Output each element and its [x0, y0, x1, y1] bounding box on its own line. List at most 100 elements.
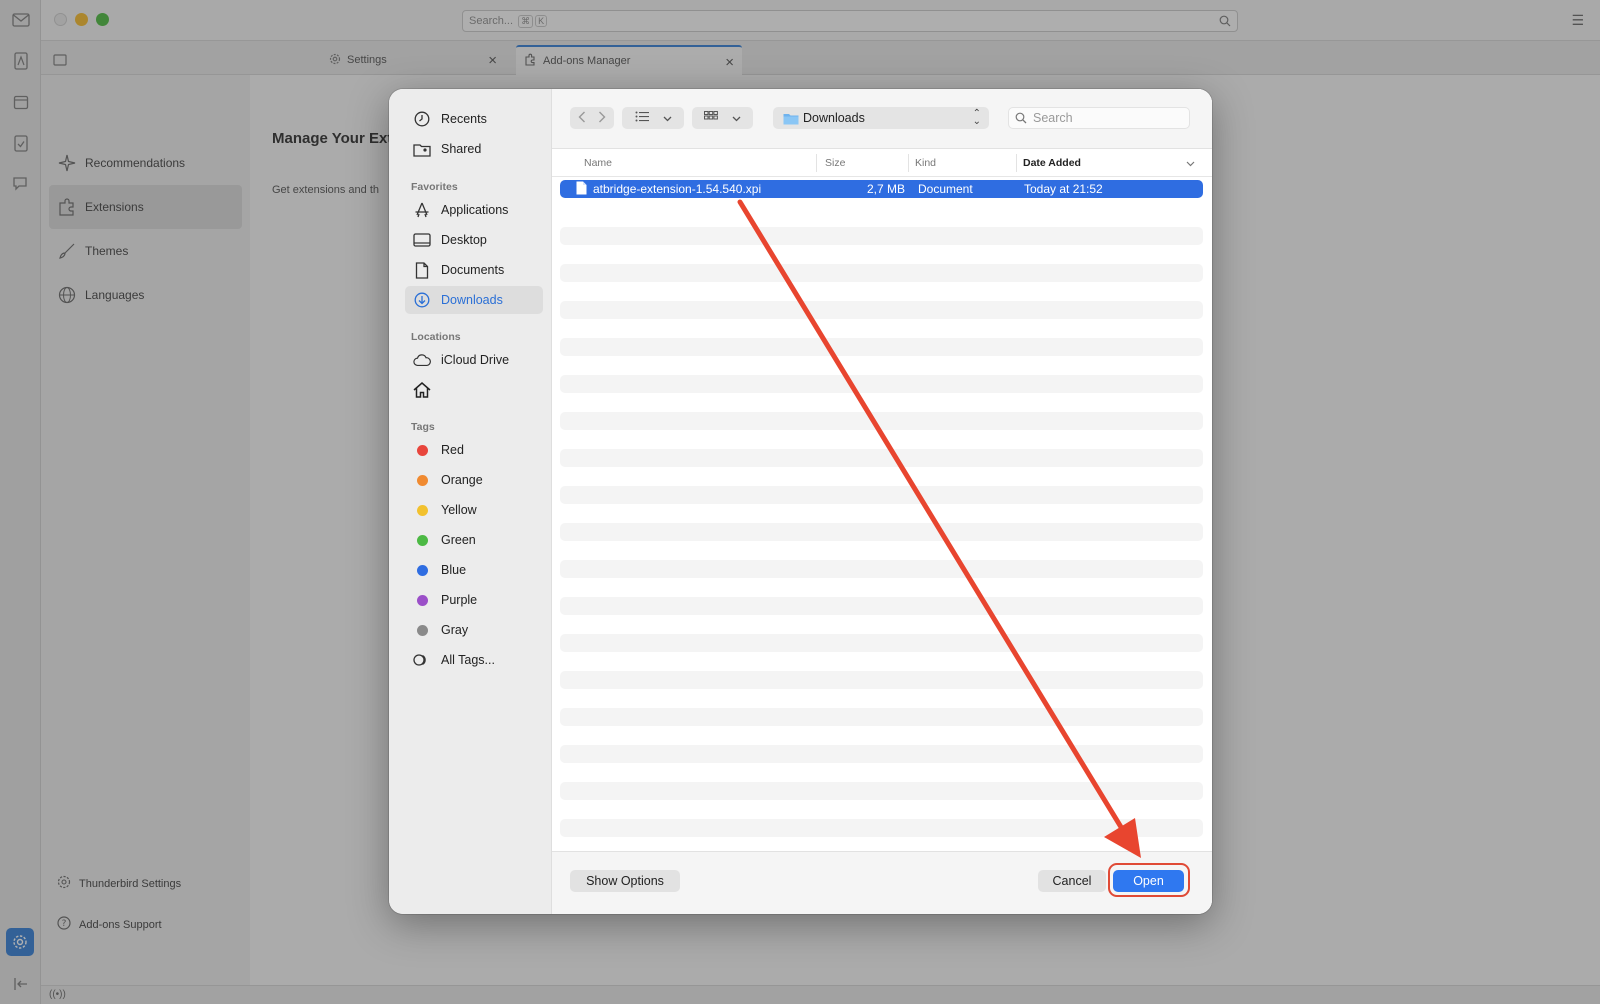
window-zoom-button[interactable] — [96, 13, 109, 26]
file-kind: Document — [918, 182, 973, 196]
sidebar-item-label: All Tags... — [441, 653, 495, 667]
column-size[interactable]: Size — [825, 157, 845, 169]
search-icon — [1219, 15, 1231, 30]
column-divider[interactable] — [908, 154, 909, 172]
sidebar-item-label: Desktop — [441, 233, 487, 247]
puzzle-icon — [524, 53, 537, 69]
show-options-button[interactable]: Show Options — [570, 870, 680, 892]
sidebar-item-applications[interactable]: Applications — [405, 196, 543, 224]
link-label: Thunderbird Settings — [79, 877, 182, 890]
category-label: Languages — [85, 288, 145, 302]
back-button-icon[interactable] — [578, 111, 586, 126]
column-date-added[interactable]: Date Added — [1023, 157, 1081, 169]
file-name: atbridge-extension-1.54.540.xpi — [593, 182, 762, 196]
dialog-toolbar: Downloads ⌃ ⌄ — [552, 89, 1212, 149]
sidebar-item-label: Red — [441, 443, 464, 457]
tasks-icon[interactable] — [10, 132, 31, 153]
sidebar-item-label: Applications — [441, 203, 509, 217]
sidebar-tag-yellow[interactable]: Yellow — [405, 496, 543, 524]
sidebar-item-recents[interactable]: Recents — [405, 105, 543, 133]
empty-row — [560, 338, 1203, 356]
open-button[interactable]: Open — [1113, 870, 1184, 892]
up-down-chevron-icon: ⌃ ⌄ — [972, 108, 981, 127]
chat-icon[interactable] — [10, 173, 31, 194]
list-view-icon — [635, 111, 649, 125]
category-extensions[interactable]: Extensions — [49, 185, 242, 229]
tab-addons-manager[interactable]: Add-ons Manager × — [516, 45, 742, 75]
sidebar-item-icloud-drive[interactable]: iCloud Drive — [405, 346, 543, 374]
sidebar-item-label: Recents — [441, 112, 487, 126]
category-recommendations[interactable]: Recommendations — [49, 141, 242, 185]
sidebar-tag-orange[interactable]: Orange — [405, 466, 543, 494]
tab-settings[interactable]: Settings × — [281, 45, 505, 75]
help-icon: ? — [57, 916, 71, 933]
address-book-icon[interactable] — [10, 50, 31, 71]
app-menu-icon[interactable]: ☰ — [1571, 12, 1584, 29]
downloads-icon — [413, 291, 431, 309]
mail-icon[interactable] — [10, 9, 31, 30]
applications-icon — [413, 201, 431, 219]
sidebar-tag-green[interactable]: Green — [405, 526, 543, 554]
empty-row — [560, 819, 1203, 837]
window-minimize-button[interactable] — [75, 13, 88, 26]
shared-folder-icon — [413, 140, 431, 158]
location-popup[interactable]: Downloads ⌃ ⌄ — [773, 107, 989, 129]
dialog-search-field[interactable] — [1008, 107, 1190, 129]
empty-row — [560, 745, 1203, 763]
sidebar-tag-gray[interactable]: Gray — [405, 616, 543, 644]
sidebar-tag-blue[interactable]: Blue — [405, 556, 543, 584]
sidebar-item-label: Green — [441, 533, 476, 547]
close-tab-icon[interactable]: × — [725, 54, 734, 71]
column-divider[interactable] — [816, 154, 817, 172]
empty-row — [560, 560, 1203, 578]
calendar-icon[interactable] — [10, 91, 31, 112]
column-kind[interactable]: Kind — [915, 157, 936, 169]
sidebar-tag-purple[interactable]: Purple — [405, 586, 543, 614]
favorites-heading: Favorites — [411, 181, 458, 193]
tag-dot-icon — [416, 534, 428, 546]
file-row[interactable]: atbridge-extension-1.54.540.xpi 2,7 MB D… — [560, 180, 1203, 198]
empty-row — [560, 782, 1203, 800]
sidebar-item-label: Documents — [441, 263, 505, 277]
sidebar-item-label: Orange — [441, 473, 483, 487]
puzzle-icon — [55, 198, 79, 216]
file-doc-icon — [576, 181, 587, 198]
sidebar-item-shared[interactable]: Shared — [405, 135, 543, 163]
cancel-button[interactable]: Cancel — [1038, 870, 1106, 892]
sidebar-item-label: Downloads — [441, 293, 503, 307]
category-languages[interactable]: Languages — [49, 273, 242, 317]
window-close-button[interactable] — [54, 13, 67, 26]
mail-tab-icon[interactable] — [53, 53, 67, 71]
settings-gear-icon[interactable] — [6, 928, 34, 956]
search-icon — [1015, 112, 1027, 124]
sidebar-item-documents[interactable]: Documents — [405, 256, 543, 284]
current-folder-name: Downloads — [803, 111, 865, 125]
sidebar-item-desktop[interactable]: Desktop — [405, 226, 543, 254]
dialog-search-input[interactable] — [1033, 111, 1183, 125]
tag-dot-icon — [416, 564, 428, 576]
sidebar-tag-red[interactable]: Red — [405, 436, 543, 464]
addons-support-link[interactable]: ? Add-ons Support — [57, 916, 162, 933]
sidebar-item-home[interactable] — [405, 376, 543, 404]
list-view-button[interactable] — [622, 107, 684, 129]
thunderbird-settings-link[interactable]: Thunderbird Settings — [57, 875, 181, 892]
forward-button-icon[interactable] — [598, 111, 606, 126]
sidebar-item-downloads[interactable]: Downloads — [405, 286, 543, 314]
empty-row — [560, 449, 1203, 467]
grid-view-button[interactable] — [692, 107, 753, 129]
column-name[interactable]: Name — [584, 157, 612, 169]
sidebar-item-label: Yellow — [441, 503, 477, 517]
sidebar-all-tags[interactable]: All Tags... — [405, 646, 543, 674]
category-themes[interactable]: Themes — [49, 229, 242, 273]
collapse-toolbar-icon[interactable] — [10, 973, 31, 994]
column-divider[interactable] — [1016, 154, 1017, 172]
file-list: atbridge-extension-1.54.540.xpi 2,7 MB D… — [552, 180, 1212, 840]
chevron-down-icon — [732, 111, 741, 125]
shortcut-key: K — [535, 15, 548, 27]
global-search-input[interactable]: Search... ⌘ K — [462, 10, 1238, 32]
close-tab-icon[interactable]: × — [488, 52, 497, 69]
sort-descending-icon[interactable] — [1186, 158, 1195, 170]
column-header-row: Name Size Kind Date Added — [552, 149, 1212, 177]
online-status-icon[interactable]: ((•)) — [49, 989, 66, 1000]
svg-text:?: ? — [62, 919, 67, 929]
